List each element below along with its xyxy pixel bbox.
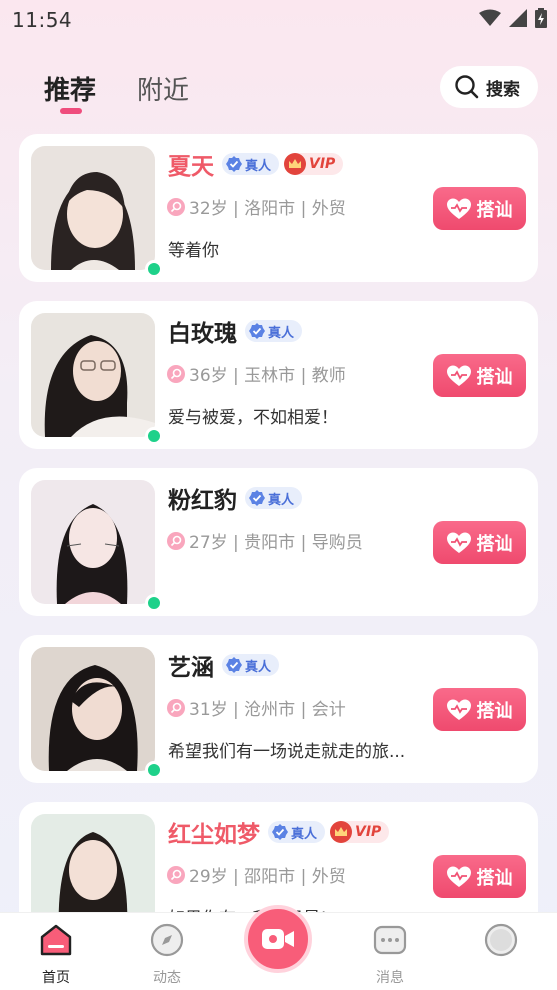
heart-pulse-icon: [446, 699, 471, 720]
user-bio: 等着你: [168, 241, 219, 261]
female-gender-icon: [167, 197, 185, 216]
user-info-row: 31岁 | 沧州市 | 会计: [167, 695, 346, 720]
signal-icon: [509, 9, 527, 27]
user-card[interactable]: 夏天 真人 VIP 32岁 | 洛阳市 | 外贸 等着你 搭讪: [19, 134, 538, 282]
user-card[interactable]: 白玫瑰 真人 36岁 | 玉林市 | 教师 爱与被爱，不如相爱！ 搭讪: [19, 301, 538, 449]
video-camera-icon: [262, 929, 294, 949]
user-info-row: 32岁 | 洛阳市 | 外贸: [167, 194, 346, 219]
avatar[interactable]: [31, 146, 163, 278]
tab-nearby[interactable]: 附近: [137, 70, 189, 107]
nav-home[interactable]: 首页: [21, 923, 91, 987]
home-icon: [40, 924, 72, 956]
real-person-badge: 真人: [245, 487, 303, 509]
message-icon: [373, 925, 407, 955]
online-status-dot: [145, 594, 163, 612]
bottom-navigation: 首页 动态 消息: [0, 905, 557, 990]
avatar-photo: [31, 313, 155, 437]
search-label: 搜索: [486, 79, 520, 100]
nav-messages-label: 消息: [376, 970, 404, 986]
greet-button[interactable]: 搭讪: [433, 521, 526, 564]
greet-button[interactable]: 搭讪: [433, 354, 526, 397]
wifi-icon: [479, 9, 501, 26]
user-card[interactable]: 粉红豹 真人 27岁 | 贵阳市 | 导购员 搭讪: [19, 468, 538, 616]
verified-icon: [226, 657, 242, 673]
heart-pulse-icon: [446, 365, 471, 386]
name-row: 粉红豹 真人: [168, 482, 303, 514]
greet-button[interactable]: 搭讪: [433, 187, 526, 230]
name-row: 白玫瑰 真人: [168, 315, 303, 347]
compass-icon: [150, 923, 184, 957]
verified-icon: [249, 323, 265, 339]
avatar[interactable]: [31, 647, 163, 779]
real-person-badge: 真人: [268, 821, 326, 843]
online-status-dot: [145, 427, 163, 445]
verified-icon: [226, 156, 242, 172]
vip-badge: VIP: [284, 153, 344, 175]
tab-recommend[interactable]: 推荐: [44, 70, 96, 107]
name-row: 夏天 真人 VIP: [168, 148, 344, 180]
crown-icon: [284, 153, 307, 175]
female-gender-icon: [167, 698, 185, 717]
real-person-badge: 真人: [222, 654, 280, 676]
search-icon: [455, 75, 479, 99]
real-person-badge: 真人: [222, 153, 280, 175]
female-gender-icon: [167, 531, 185, 550]
avatar-photo: [31, 647, 155, 771]
nav-profile[interactable]: [466, 923, 536, 961]
greet-button[interactable]: 搭讪: [433, 688, 526, 731]
nav-feed[interactable]: 动态: [132, 923, 202, 987]
name-row: 红尘如梦 真人 VIP: [168, 816, 390, 848]
nav-home-label: 首页: [42, 970, 70, 986]
heart-pulse-icon: [446, 866, 471, 887]
battery-icon: [535, 8, 547, 28]
active-tab-indicator: [60, 108, 82, 114]
user-name: 粉红豹: [168, 488, 237, 514]
online-status-dot: [145, 761, 163, 779]
vip-badge: VIP: [330, 821, 390, 843]
status-bar: 11:54: [0, 0, 557, 40]
nav-messages[interactable]: 消息: [355, 923, 425, 987]
user-name: 夏天: [168, 154, 214, 180]
female-gender-icon: [167, 364, 185, 383]
user-bio: 爱与被爱，不如相爱！: [168, 408, 338, 428]
user-info-row: 36岁 | 玉林市 | 教师: [167, 361, 346, 386]
verified-icon: [272, 824, 288, 840]
profile-icon: [484, 923, 518, 957]
status-icons: [479, 8, 547, 28]
name-row: 艺涵 真人: [168, 649, 280, 681]
user-info-row: 29岁 | 邵阳市 | 外贸: [167, 862, 346, 887]
user-name: 红尘如梦: [168, 822, 260, 848]
verified-icon: [249, 490, 265, 506]
user-name: 艺涵: [168, 655, 214, 681]
user-info-row: 27岁 | 贵阳市 | 导购员: [167, 528, 363, 553]
nav-feed-label: 动态: [153, 970, 181, 986]
avatar[interactable]: [31, 313, 163, 445]
status-time: 11:54: [12, 8, 73, 32]
user-bio: 希望我们有一场说走就走的旅...: [168, 742, 406, 762]
heart-pulse-icon: [446, 532, 471, 553]
greet-button[interactable]: 搭讪: [433, 855, 526, 898]
online-status-dot: [145, 260, 163, 278]
user-name: 白玫瑰: [168, 321, 237, 347]
crown-icon: [330, 821, 353, 843]
female-gender-icon: [167, 865, 185, 884]
heart-pulse-icon: [446, 198, 471, 219]
avatar-photo: [31, 146, 155, 270]
top-navigation: 推荐 附近 搜索: [0, 62, 557, 116]
video-call-button[interactable]: [244, 905, 312, 973]
search-button[interactable]: 搜索: [440, 66, 538, 108]
avatar-photo: [31, 480, 155, 604]
avatar[interactable]: [31, 480, 163, 612]
real-person-badge: 真人: [245, 320, 303, 342]
user-card[interactable]: 艺涵 真人 31岁 | 沧州市 | 会计 希望我们有一场说走就走的旅... 搭讪: [19, 635, 538, 783]
